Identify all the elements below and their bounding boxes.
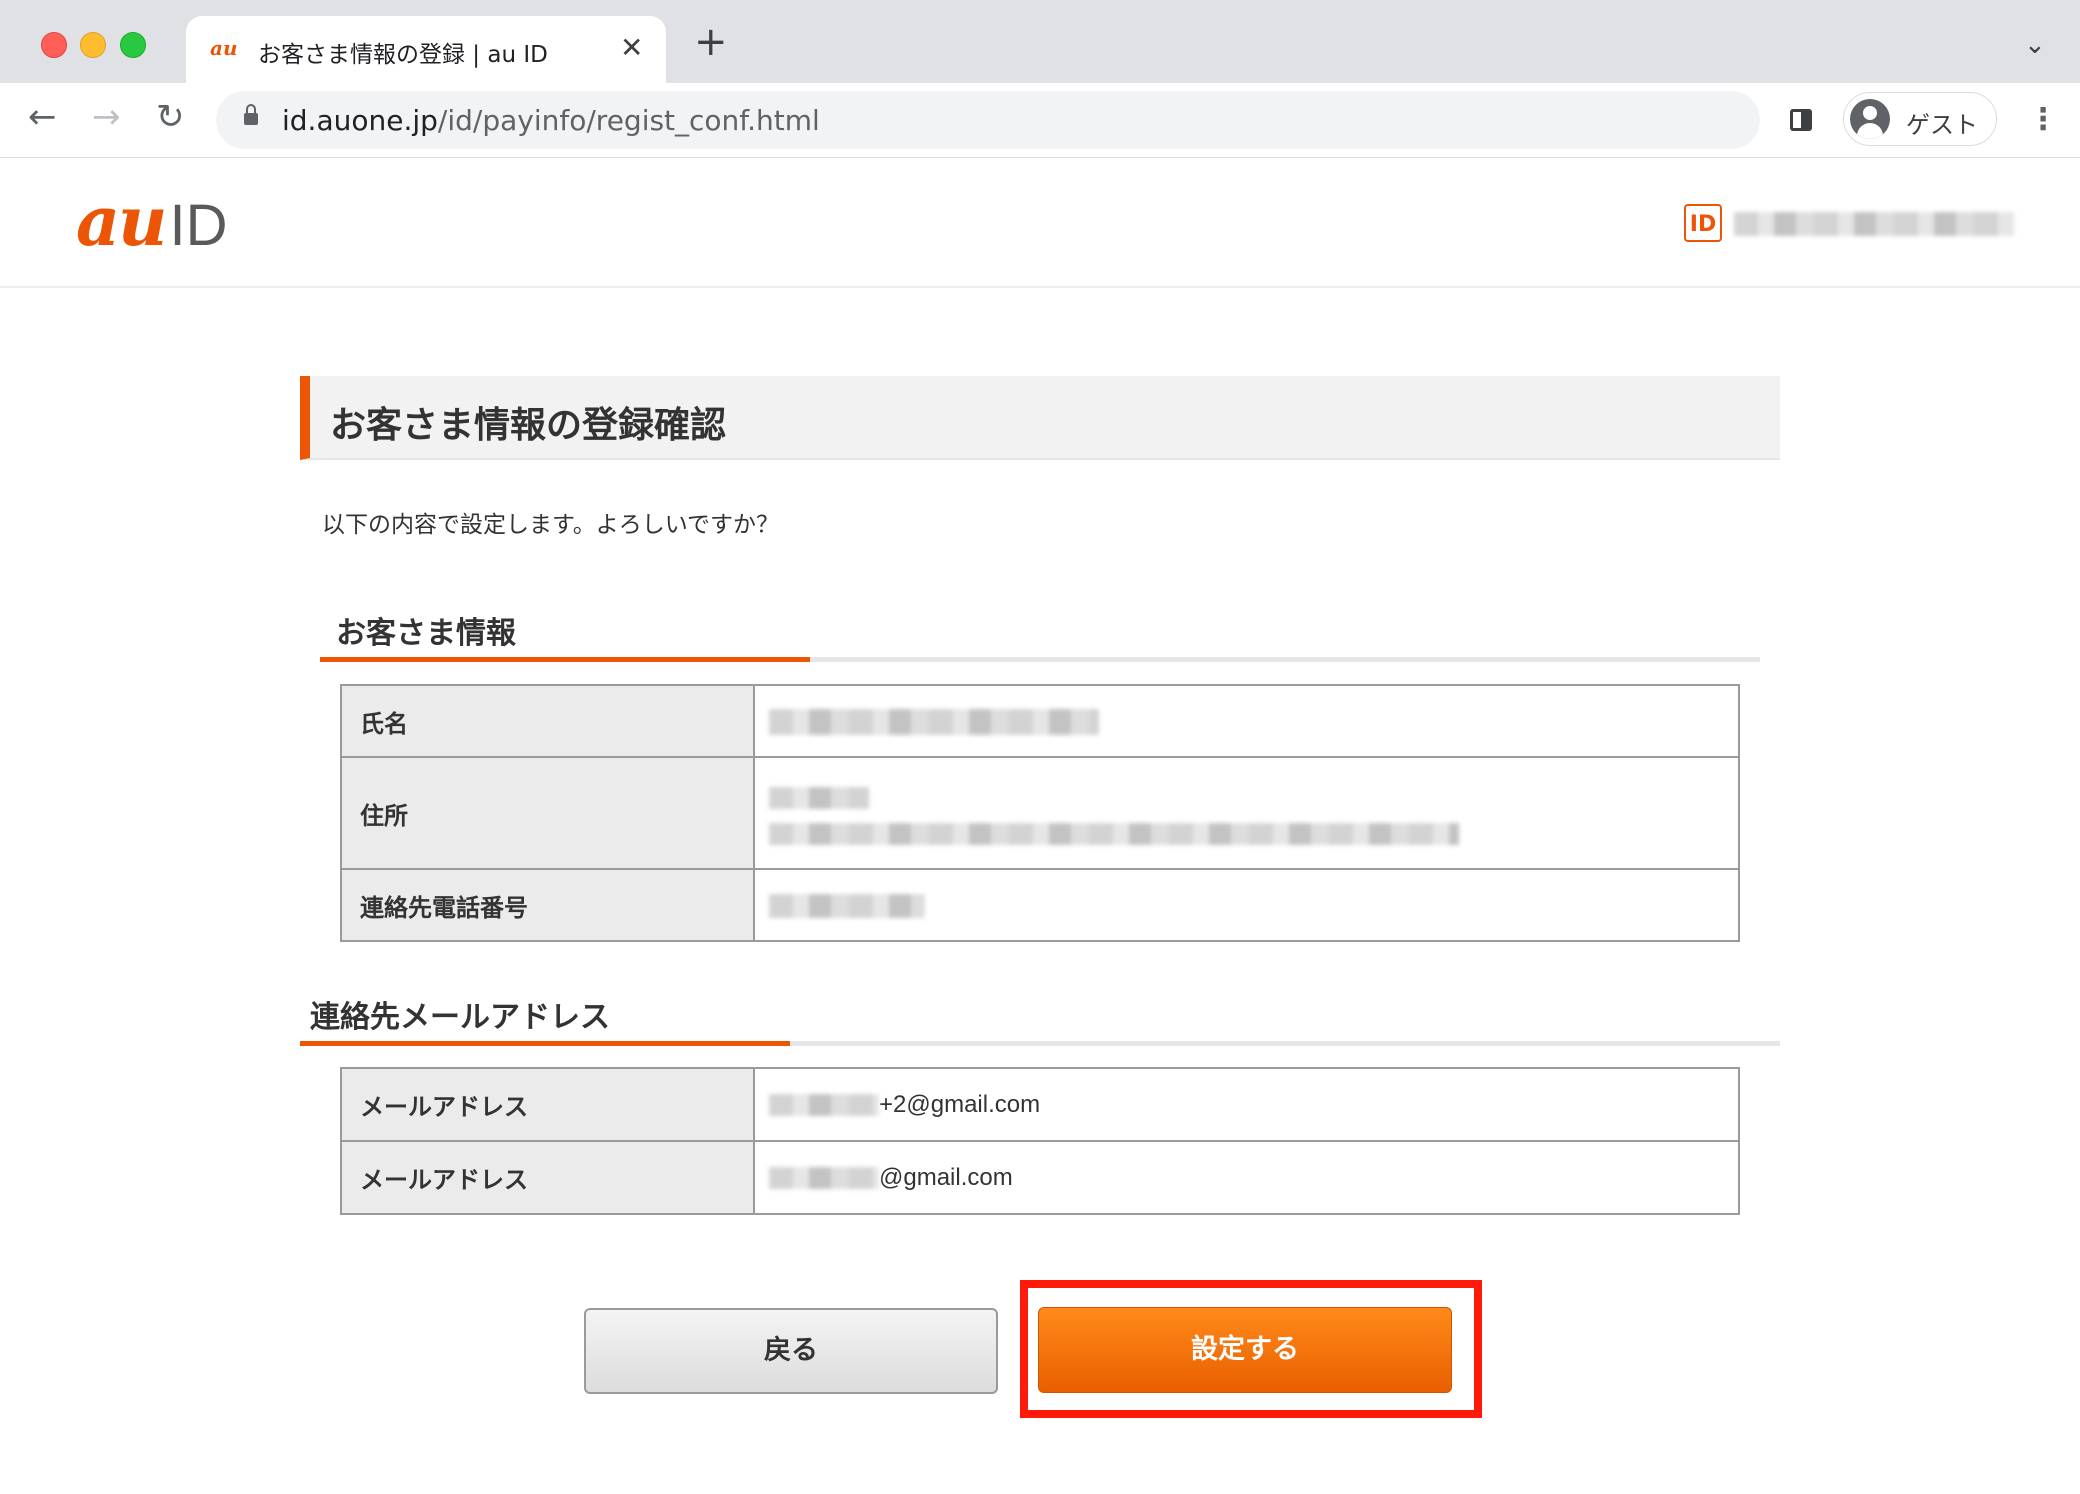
tab-title: お客さま情報の登録 | au ID: [258, 42, 548, 68]
profile-label: ゲスト: [1906, 111, 1978, 139]
address-bar[interactable]: id.auone.jp/id/payinfo/regist_conf.html: [216, 91, 1760, 149]
contact-email-table: メールアドレス +2@gmail.com メールアドレス @gmail.com: [340, 1067, 1740, 1215]
phone-value: [753, 868, 1740, 942]
window-minimize-button[interactable]: [80, 32, 106, 58]
id-badge-icon: ID: [1684, 204, 1722, 242]
url-text[interactable]: id.auone.jp/id/payinfo/regist_conf.html: [282, 104, 820, 137]
table-row: 連絡先電話番号: [340, 868, 1740, 942]
avatar-icon: [1850, 99, 1890, 139]
reload-icon[interactable]: ↻: [156, 97, 185, 137]
site-header: auID ID: [0, 158, 2080, 288]
browser-tab[interactable]: au お客さま情報の登録 | au ID ✕: [186, 16, 666, 84]
name-value: [753, 684, 1740, 758]
window-close-button[interactable]: [41, 32, 67, 58]
email-label-1: メールアドレス: [340, 1067, 755, 1142]
au-id-logo[interactable]: auID: [76, 182, 228, 262]
email-value-1: +2@gmail.com: [753, 1067, 1740, 1142]
tab-strip: au お客さま情報の登録 | au ID ✕ + ⌄: [0, 0, 2080, 84]
table-row: メールアドレス @gmail.com: [340, 1140, 1740, 1215]
table-row: 住所: [340, 756, 1740, 870]
phone-label: 連絡先電話番号: [340, 868, 755, 942]
customer-info-table: 氏名 住所 連絡先電話番号: [340, 684, 1740, 942]
customer-info-rule: [320, 657, 1760, 662]
au-favicon-icon: au: [210, 36, 238, 60]
back-arrow-icon[interactable]: ←: [28, 97, 57, 137]
page-title: お客さま情報の登録確認: [300, 376, 1780, 460]
lock-icon[interactable]: [244, 104, 258, 125]
more-vert-icon[interactable]: ⋮: [2028, 105, 2058, 135]
address-value: [753, 756, 1740, 870]
forward-arrow-icon[interactable]: →: [92, 97, 121, 137]
contact-email-rule: [300, 1041, 1780, 1046]
window-zoom-button[interactable]: [120, 32, 146, 58]
customer-info-title: お客さま情報: [336, 616, 516, 651]
browser-toolbar: ← → ↻ id.auone.jp/id/payinfo/regist_conf…: [0, 83, 2080, 158]
side-panel-icon[interactable]: [1790, 109, 1812, 131]
table-row: メールアドレス +2@gmail.com: [340, 1067, 1740, 1142]
contact-email-title: 連絡先メールアドレス: [310, 1000, 610, 1035]
submit-settings-button[interactable]: 設定する: [1038, 1307, 1452, 1393]
name-label: 氏名: [340, 684, 755, 758]
email-label-2: メールアドレス: [340, 1140, 755, 1215]
redacted-user-id: [1734, 212, 2014, 236]
back-button[interactable]: 戻る: [584, 1308, 998, 1394]
profile-button[interactable]: ゲスト: [1843, 92, 1997, 146]
address-label: 住所: [340, 756, 755, 870]
confirmation-message: 以下の内容で設定します。よろしいですか？: [322, 512, 780, 538]
close-icon[interactable]: ✕: [620, 31, 643, 64]
plus-icon[interactable]: +: [694, 22, 728, 62]
email-value-2: @gmail.com: [753, 1140, 1740, 1215]
table-row: 氏名: [340, 684, 1740, 758]
chevron-down-icon[interactable]: ⌄: [2024, 30, 2046, 60]
